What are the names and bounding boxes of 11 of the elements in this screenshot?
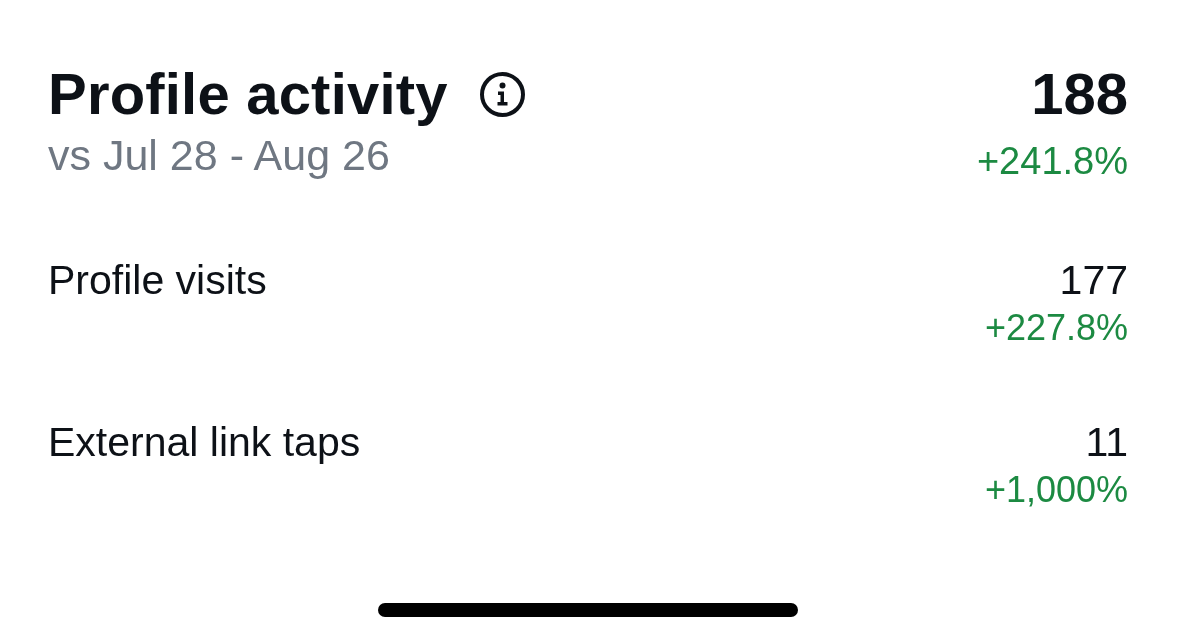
- change-percent: +241.8%: [976, 139, 1128, 184]
- total-value: 188: [1030, 62, 1128, 126]
- section-title: Profile activity: [48, 62, 448, 126]
- metric-value: 177: [1058, 256, 1128, 304]
- change-percent: +1,000%: [984, 468, 1128, 512]
- metric-label: Profile visits: [48, 256, 267, 304]
- metric-value: 11: [1084, 418, 1128, 466]
- date-range-text: vs Jul 28 - Aug 26: [48, 130, 391, 180]
- info-icon[interactable]: [479, 71, 525, 117]
- metric-label: External link taps: [48, 418, 361, 466]
- change-percent: +227.8%: [984, 306, 1128, 350]
